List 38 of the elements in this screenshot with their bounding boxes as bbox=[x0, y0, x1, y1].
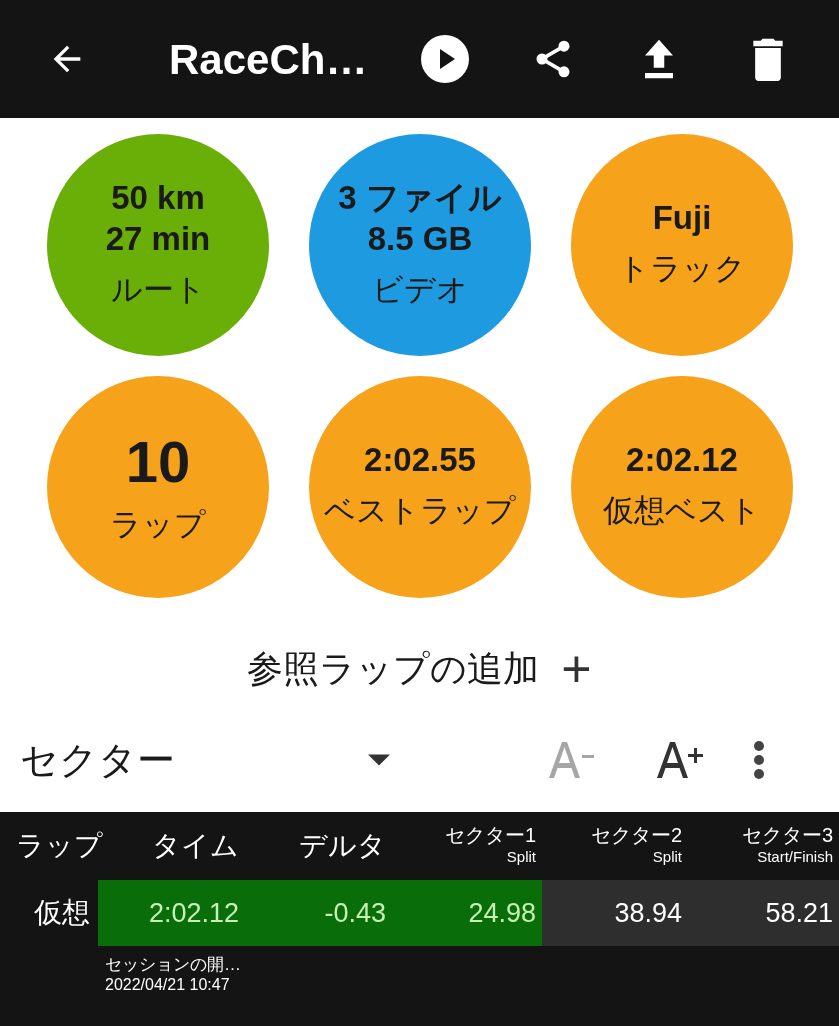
sector-dropdown[interactable]: セクター bbox=[20, 731, 390, 789]
window-title: RaceCh… bbox=[169, 34, 369, 85]
lap-cell-text: 仮想 bbox=[33, 896, 91, 930]
dropdown-caret-icon bbox=[368, 754, 390, 766]
stat-value: 8.5 GB bbox=[367, 218, 473, 259]
stat-label: ベストラップ bbox=[324, 492, 516, 531]
table-cell: -0.43 bbox=[245, 880, 392, 946]
play-icon[interactable] bbox=[421, 35, 469, 83]
session-note: セッションの開… bbox=[105, 954, 242, 976]
table-cell: 24.98 bbox=[392, 880, 542, 946]
stat-label: ビデオ bbox=[372, 271, 468, 309]
stat-label: トラック bbox=[618, 250, 746, 289]
stat-value: 2:02.12 bbox=[626, 440, 738, 481]
stat-value: 50 km bbox=[111, 177, 205, 218]
stat-label: ラップ bbox=[110, 506, 206, 544]
column-subheader: Split bbox=[652, 848, 682, 867]
session-date: 2022/04/21 10:47 bbox=[105, 975, 231, 996]
more-options-icon[interactable] bbox=[752, 740, 766, 780]
stat-value: 2:02.55 bbox=[364, 440, 476, 481]
column-header: セクター3 bbox=[741, 823, 833, 849]
stat-value: 3 ファイル bbox=[338, 177, 502, 218]
table-cell: 38.94 bbox=[542, 880, 688, 946]
stat-value: Fuji bbox=[652, 198, 712, 239]
column-subheader: Split bbox=[506, 848, 536, 867]
table-cell: 2:02.12 bbox=[98, 880, 245, 946]
stat-value: 27 min bbox=[105, 218, 211, 259]
stat-label: 仮想ベスト bbox=[603, 492, 761, 531]
column-header: ラップ bbox=[16, 828, 103, 863]
column-header: タイム bbox=[152, 828, 239, 863]
table-cell: 58.21 bbox=[688, 880, 839, 946]
trash-icon[interactable] bbox=[751, 37, 785, 81]
stat-label: ルート bbox=[110, 271, 206, 309]
column-header: セクター2 bbox=[590, 823, 682, 849]
column-header: デルタ bbox=[299, 828, 386, 863]
column-subheader: Start/Finish bbox=[757, 848, 833, 867]
stat-value: 10 bbox=[125, 427, 191, 496]
column-header: セクター1 bbox=[444, 823, 536, 849]
add-reference-lap-button[interactable]: 参照ラップの追加 + bbox=[247, 642, 592, 696]
